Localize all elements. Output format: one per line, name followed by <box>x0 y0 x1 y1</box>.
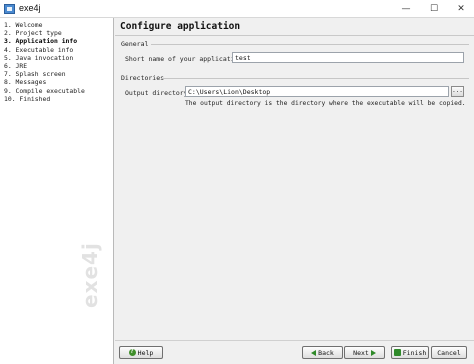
steps-list: 1. Welcome 2. Project type 3. Applicatio… <box>4 21 85 103</box>
next-button[interactable]: Next <box>344 346 385 359</box>
step-welcome[interactable]: 1. Welcome <box>4 21 85 29</box>
browse-button[interactable]: ... <box>451 86 464 97</box>
step-splash-screen[interactable]: 7. Splash screen <box>4 70 85 78</box>
main-panel: Configure application General Short name… <box>115 18 474 338</box>
step-messages[interactable]: 8. Messages <box>4 78 85 86</box>
help-button-label: Help <box>137 348 154 357</box>
window-title: exe4j <box>19 3 41 13</box>
cancel-button-label: Cancel <box>437 348 461 357</box>
directories-section-label: Directories <box>121 74 165 82</box>
step-project-type[interactable]: 2. Project type <box>4 29 85 37</box>
finish-button-label: Finish <box>402 348 427 357</box>
output-directory-label: Output directory: <box>125 89 192 97</box>
finish-icon <box>393 349 401 356</box>
step-finished[interactable]: 10. Finished <box>4 95 85 103</box>
output-directory-hint: The output directory is the directory wh… <box>185 100 466 107</box>
minimize-button[interactable]: — <box>393 0 419 18</box>
back-button-label: Back <box>318 348 334 357</box>
close-button[interactable]: ✕ <box>448 0 474 18</box>
general-section-divider <box>151 44 469 45</box>
step-compile-executable[interactable]: 9. Compile executable <box>4 87 85 95</box>
title-divider <box>115 35 474 36</box>
short-name-input[interactable] <box>232 52 464 63</box>
button-bar-divider <box>115 340 474 341</box>
page-title: Configure application <box>120 21 241 32</box>
arrow-right-icon <box>370 349 376 356</box>
back-button[interactable]: Back <box>302 346 343 359</box>
general-section-label: General <box>121 40 149 48</box>
maximize-button[interactable]: ☐ <box>421 0 447 18</box>
app-icon <box>4 4 15 14</box>
cancel-button[interactable]: Cancel <box>431 346 467 359</box>
step-application-info[interactable]: 3. Application info <box>4 37 85 45</box>
directories-section-divider <box>161 78 469 79</box>
wizard-steps-sidebar: 1. Welcome 2. Project type 3. Applicatio… <box>0 18 114 364</box>
help-icon <box>128 348 136 356</box>
help-button[interactable]: Help <box>119 346 163 359</box>
step-executable-info[interactable]: 4. Executable info <box>4 46 85 54</box>
next-button-label: Next <box>353 348 369 357</box>
finish-button[interactable]: Finish <box>391 346 429 359</box>
step-jre[interactable]: 6. JRE <box>4 62 85 70</box>
exe4j-watermark: exe4j <box>78 242 102 308</box>
output-directory-input[interactable] <box>185 86 449 97</box>
title-bar: exe4j — ☐ ✕ <box>0 0 474 18</box>
short-name-label: Short name of your application: <box>125 55 247 63</box>
step-java-invocation[interactable]: 5. Java invocation <box>4 54 85 62</box>
arrow-left-icon <box>311 349 317 356</box>
